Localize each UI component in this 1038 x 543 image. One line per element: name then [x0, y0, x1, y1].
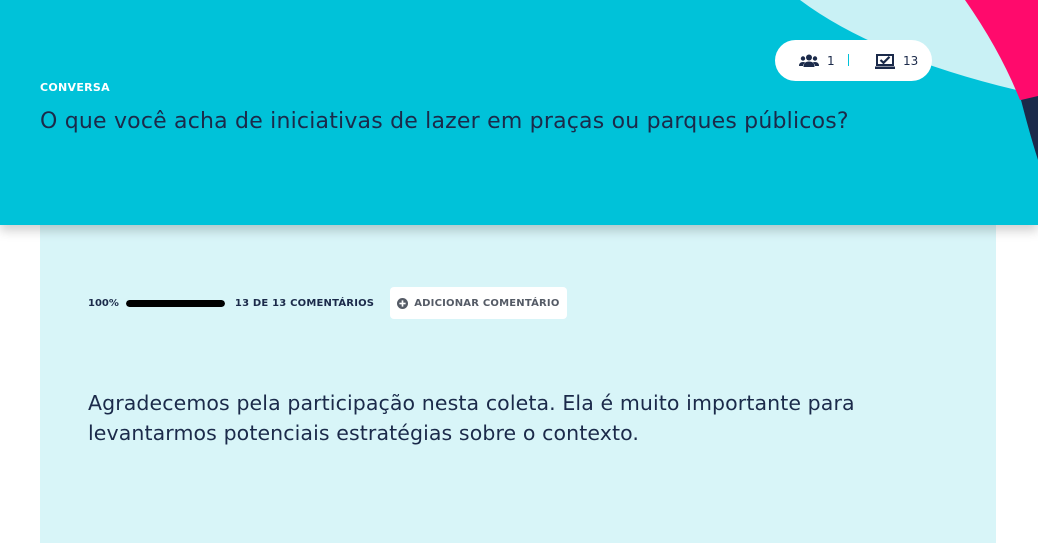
conversation-header: CONVERSA O que você acha de iniciativas … [0, 0, 1038, 225]
conversation-title: O que você acha de iniciativas de lazer … [40, 109, 849, 134]
participants-stat: 1 [799, 40, 835, 81]
progress-bar-fill [125, 299, 225, 307]
votes-stat: 13 [875, 40, 918, 81]
conversation-category: CONVERSA [40, 81, 110, 94]
progress-bar [125, 299, 225, 307]
progress-row: 100% 13 DE 13 COMENTÁRIOS ADICIONAR COME… [88, 287, 567, 319]
progress-percent: 100% [88, 297, 119, 309]
add-comment-label: ADICIONAR COMENTÁRIO [414, 297, 560, 309]
page: CONVERSA O que você acha de iniciativas … [0, 0, 1038, 543]
votes-count: 13 [903, 53, 919, 68]
comments-count: 13 DE 13 COMENTÁRIOS [234, 297, 375, 309]
plus-circle-icon [397, 297, 409, 309]
stats-divider [848, 54, 850, 67]
users-icon [799, 54, 819, 67]
conversation-stats: 1 13 [775, 40, 932, 81]
add-comment-button[interactable]: ADICIONAR COMENTÁRIO [390, 287, 567, 319]
vote-box-icon [875, 53, 895, 69]
thank-you-message: Agradecemos pela participação nesta cole… [88, 391, 855, 445]
conversation-card: 100% 13 DE 13 COMENTÁRIOS ADICIONAR COME… [40, 225, 996, 543]
participants-count: 1 [827, 53, 835, 68]
